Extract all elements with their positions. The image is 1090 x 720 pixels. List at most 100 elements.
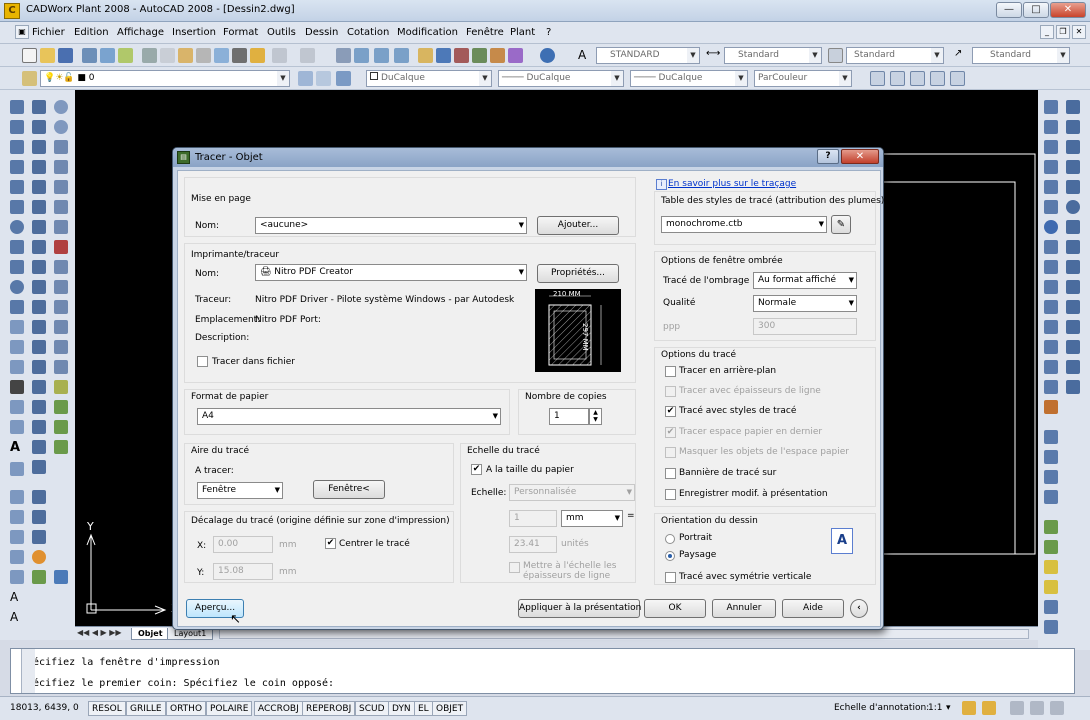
menu-fenetre[interactable]: Fenêtre <box>466 27 504 38</box>
plot-style-table-select[interactable]: monochrome.ctb ▼ <box>661 216 827 233</box>
menu-affichage[interactable]: Affichage <box>117 27 164 38</box>
erase-icon[interactable] <box>32 260 46 274</box>
toggle-el[interactable]: EL <box>414 701 433 716</box>
mirror-right-icon[interactable] <box>1044 140 1058 154</box>
pipe-class-icon[interactable] <box>1044 470 1058 484</box>
pipe-spec-icon[interactable] <box>1044 430 1058 444</box>
dim-style-icon[interactable]: ⟷ <box>706 48 721 63</box>
make-block-icon[interactable] <box>10 340 24 354</box>
offset-icon[interactable] <box>32 320 46 334</box>
copies-input[interactable]: 1 <box>549 408 589 425</box>
toggle-accrobj[interactable]: ACCROBJ <box>254 701 303 716</box>
cadworx-icon[interactable]: C <box>4 3 20 19</box>
properties-icon[interactable] <box>418 48 433 63</box>
table-style-select[interactable]: Standard ▼ <box>846 47 944 64</box>
make-layer-current-icon[interactable] <box>298 71 313 86</box>
gradient-icon[interactable] <box>10 400 24 414</box>
dim-aligned-icon[interactable] <box>10 510 24 524</box>
pencil-icon[interactable] <box>232 48 247 63</box>
status-tray-icon[interactable] <box>1030 701 1044 715</box>
pipe-size-icon[interactable] <box>1044 450 1058 464</box>
osnap-tangent-icon[interactable] <box>1066 240 1080 254</box>
array-right-icon[interactable] <box>1044 180 1058 194</box>
pipe-library-icon[interactable] <box>1044 490 1058 504</box>
plant-right-4-icon[interactable] <box>1044 580 1058 594</box>
ucs-face-icon[interactable] <box>54 160 68 174</box>
copy-object-icon[interactable] <box>32 280 46 294</box>
pan-icon[interactable] <box>336 48 351 63</box>
ucs-apply-icon[interactable] <box>54 340 68 354</box>
polygon-icon[interactable] <box>10 160 24 174</box>
ok-button[interactable]: OK <box>644 599 706 618</box>
menu-fichier[interactable]: Fichier <box>32 27 65 38</box>
move-icon[interactable] <box>32 360 46 374</box>
scale-lineweights-checkbox[interactable] <box>509 562 520 573</box>
rotate-right-icon[interactable] <box>1044 220 1058 234</box>
osnap-intersection-icon[interactable] <box>1066 140 1080 154</box>
plotstyle-select[interactable]: ParCouleur ▼ <box>754 70 852 87</box>
sheet-set-icon[interactable] <box>472 48 487 63</box>
toggle-objet[interactable]: OBJET <box>432 701 468 716</box>
scale-numerator-input[interactable]: 1 <box>509 510 557 527</box>
extrude-icon[interactable] <box>32 570 46 584</box>
what-to-plot-select[interactable]: Fenêtre ▼ <box>197 482 283 499</box>
color-select[interactable]: DuCalque ▼ <box>366 70 492 87</box>
tool-palettes-icon[interactable] <box>454 48 469 63</box>
ucs-object-icon[interactable] <box>54 180 68 194</box>
scale-denominator-input[interactable]: 23.41 <box>509 536 557 553</box>
new-icon[interactable] <box>22 48 37 63</box>
copy-right-icon[interactable] <box>1044 120 1058 134</box>
layer-select[interactable]: 💡☀🔓 ■ 0 ▼ <box>40 70 290 87</box>
toggle-resol[interactable]: RESOL <box>88 701 126 716</box>
ucs-z-icon[interactable] <box>54 320 68 334</box>
doc-restore-button[interactable]: ❐ <box>1056 25 1070 39</box>
lengthen-icon[interactable] <box>32 440 46 454</box>
viewport-2-icon[interactable] <box>890 71 905 86</box>
help-button[interactable]: Aide <box>782 599 844 618</box>
more-options-button[interactable]: ‹ <box>850 599 868 618</box>
text-edit-icon[interactable]: A <box>10 610 24 624</box>
ucs-zaxis-icon[interactable] <box>54 240 68 254</box>
cancel-button[interactable]: Annuler <box>712 599 776 618</box>
scale-icon[interactable] <box>32 400 46 414</box>
osnap-node-icon[interactable] <box>1066 320 1080 334</box>
printer-select[interactable]: 🖨 Nitro PDF Creator ▼ <box>255 264 527 281</box>
osnap-quadrant-icon[interactable] <box>1066 220 1080 234</box>
plant-pipe-icon[interactable] <box>54 380 68 394</box>
region-icon[interactable] <box>10 420 24 434</box>
paper-size-select[interactable]: A4 ▼ <box>197 408 501 425</box>
break-right-icon[interactable] <box>1044 340 1058 354</box>
option-paperspace-last-checkbox[interactable]: ✔ <box>665 427 676 438</box>
ucs-prev-icon[interactable] <box>54 140 68 154</box>
publish-icon[interactable] <box>118 48 133 63</box>
mtext-icon[interactable]: A <box>10 440 24 455</box>
paste-icon[interactable] <box>178 48 193 63</box>
plot-icon[interactable] <box>82 48 97 63</box>
chamfer-icon[interactable] <box>32 200 46 214</box>
design-center-icon[interactable] <box>436 48 451 63</box>
viewport-4-icon[interactable] <box>930 71 945 86</box>
join-icon[interactable] <box>32 180 46 194</box>
annotation-autoscale-icon[interactable] <box>982 701 996 715</box>
zoom-realtime-icon[interactable] <box>354 48 369 63</box>
line-icon[interactable] <box>10 100 24 114</box>
toggle-polaire[interactable]: POLAIRE <box>206 701 253 716</box>
lineweight-select[interactable]: ──── DuCalque ▼ <box>630 70 748 87</box>
option-hide-paperspace-checkbox[interactable] <box>665 447 676 458</box>
layer-state-icon[interactable] <box>336 71 351 86</box>
circle-icon[interactable] <box>10 220 24 234</box>
zoom-previous-icon[interactable] <box>394 48 409 63</box>
maximize-button[interactable]: □ <box>1023 2 1049 18</box>
plant-right-1-icon[interactable] <box>1044 520 1058 534</box>
window-pick-button[interactable]: Fenêtre< <box>313 480 385 499</box>
offset-right-icon[interactable] <box>1044 160 1058 174</box>
dim-radius-icon[interactable] <box>10 570 24 584</box>
option-lineweights-checkbox[interactable] <box>665 386 676 397</box>
annotation-scale-arrow-icon[interactable]: ▾ <box>946 703 951 713</box>
ucs-world-icon[interactable] <box>54 120 68 134</box>
horizontal-scrollbar[interactable] <box>219 629 1029 639</box>
ucs-named-icon[interactable] <box>54 360 68 374</box>
command-scrollbar[interactable] <box>21 649 35 693</box>
tab-navigation[interactable]: ◀◀ ◀ ▶ ▶▶ <box>77 628 122 637</box>
mirror-icon[interactable] <box>32 300 46 314</box>
